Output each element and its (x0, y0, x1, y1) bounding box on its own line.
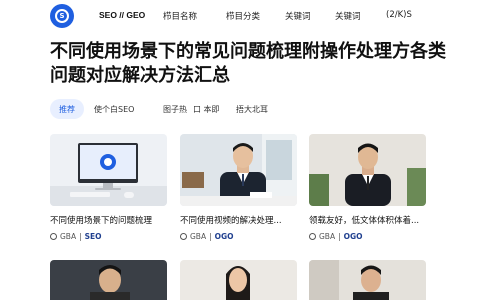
nav-item-extra[interactable]: (2/K)S (386, 10, 412, 20)
card-image-man-portrait[interactable] (50, 260, 167, 300)
source-icon (50, 233, 57, 240)
source-icon (180, 233, 187, 240)
card-image-businessman-desk[interactable] (180, 134, 297, 206)
nav-item-keyword-1[interactable]: 关键词 (285, 10, 311, 22)
card-meta: GBA | OGO (309, 232, 363, 241)
logo-icon[interactable]: S (50, 4, 74, 28)
card-source: GBA (319, 232, 336, 241)
meta-divider: | (209, 232, 212, 241)
top-nav: S SEO // GEO 栉目名称 栉目分类 关键词 关键词 (2/K)S (0, 0, 480, 32)
tab-hot[interactable]: 图子热 (163, 99, 187, 119)
tab-seo[interactable]: 使个白SEO (94, 99, 134, 119)
card-tag[interactable]: OGO (344, 232, 363, 241)
card-meta: GBA | SEO (50, 232, 102, 241)
card-image-computer[interactable] (50, 134, 167, 206)
card-title[interactable]: 领载友好，低文体体积体着... (309, 214, 429, 226)
page-title: 不同使用场景下的常见问题梳理附操作处理方各类问题对应解决方法汇总 (50, 41, 446, 86)
card-image-man-office[interactable] (309, 260, 426, 300)
card-title[interactable]: 不同使用场景下的问题梳理 (50, 214, 170, 226)
nav-item-column-category[interactable]: 栉目分类 (226, 10, 260, 22)
card-image-woman-portrait[interactable] (180, 260, 297, 300)
card-source: GBA (60, 232, 77, 241)
card-meta: GBA | OGO (180, 232, 234, 241)
nav-item-keyword-2[interactable]: 关键词 (335, 10, 361, 22)
tab-recommended[interactable]: 推荐 (50, 99, 84, 119)
nav-item-column-name[interactable]: 栉目名称 (163, 10, 197, 22)
tab-more[interactable]: 捂大北耳 (236, 99, 268, 119)
source-icon (309, 233, 316, 240)
card-title[interactable]: 不同使用视频的解决处理... (180, 214, 300, 226)
meta-divider: | (338, 232, 341, 241)
card-source: GBA (190, 232, 207, 241)
card-tag[interactable]: OGO (215, 232, 234, 241)
meta-divider: | (79, 232, 82, 241)
card-tag[interactable]: SEO (85, 232, 102, 241)
tab-basic[interactable]: 口 本即 (193, 99, 220, 119)
brand-name[interactable]: SEO // GEO (99, 10, 145, 20)
card-image-businessman-portrait[interactable] (309, 134, 426, 206)
